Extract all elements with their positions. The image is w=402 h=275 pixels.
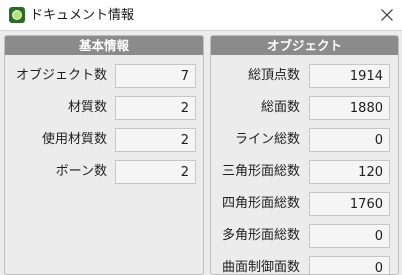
material-count-field[interactable] [115, 96, 196, 120]
total-lines-field[interactable] [309, 128, 390, 152]
basic-info-header: 基本情報 [5, 36, 203, 55]
object-header: オブジェクト [211, 36, 398, 55]
total-faces-label: 総面数 [260, 100, 300, 115]
app-icon [9, 7, 25, 23]
total-lines-label: ライン総数 [234, 132, 300, 147]
total-polygons-field[interactable] [309, 224, 390, 248]
material-count-label: 材質数 [67, 100, 107, 115]
total-quads-field[interactable] [309, 192, 390, 216]
used-material-count-field[interactable] [115, 128, 196, 152]
object-panel: オブジェクト 総頂点数 総面数 ライン総数 三角形面総数 四角形面総数 多角形面… [210, 35, 399, 275]
total-triangles-label: 三角形面総数 [221, 164, 300, 179]
close-button[interactable] [372, 0, 402, 30]
total-quads-label: 四角形面総数 [221, 196, 300, 211]
object-count-field[interactable] [115, 64, 196, 88]
total-faces-field[interactable] [309, 96, 390, 120]
curved-control-faces-label: 曲面制御面数 [221, 260, 300, 275]
used-material-count-label: 使用材質数 [41, 132, 107, 147]
bone-count-label: ボーン数 [55, 164, 107, 179]
basic-info-panel: 基本情報 オブジェクト数 材質数 使用材質数 ボーン数 [4, 35, 204, 275]
total-polygons-label: 多角形面総数 [221, 228, 300, 243]
window-title: ドキュメント情報 [30, 8, 135, 23]
total-vertices-field[interactable] [309, 64, 390, 88]
total-vertices-label: 総頂点数 [247, 68, 300, 83]
curved-control-faces-field[interactable] [309, 256, 390, 274]
object-count-label: オブジェクト数 [15, 68, 107, 83]
close-icon [381, 9, 393, 21]
bone-count-field[interactable] [115, 160, 196, 184]
title-bar: ドキュメント情報 [0, 0, 402, 31]
total-triangles-field[interactable] [309, 160, 390, 184]
